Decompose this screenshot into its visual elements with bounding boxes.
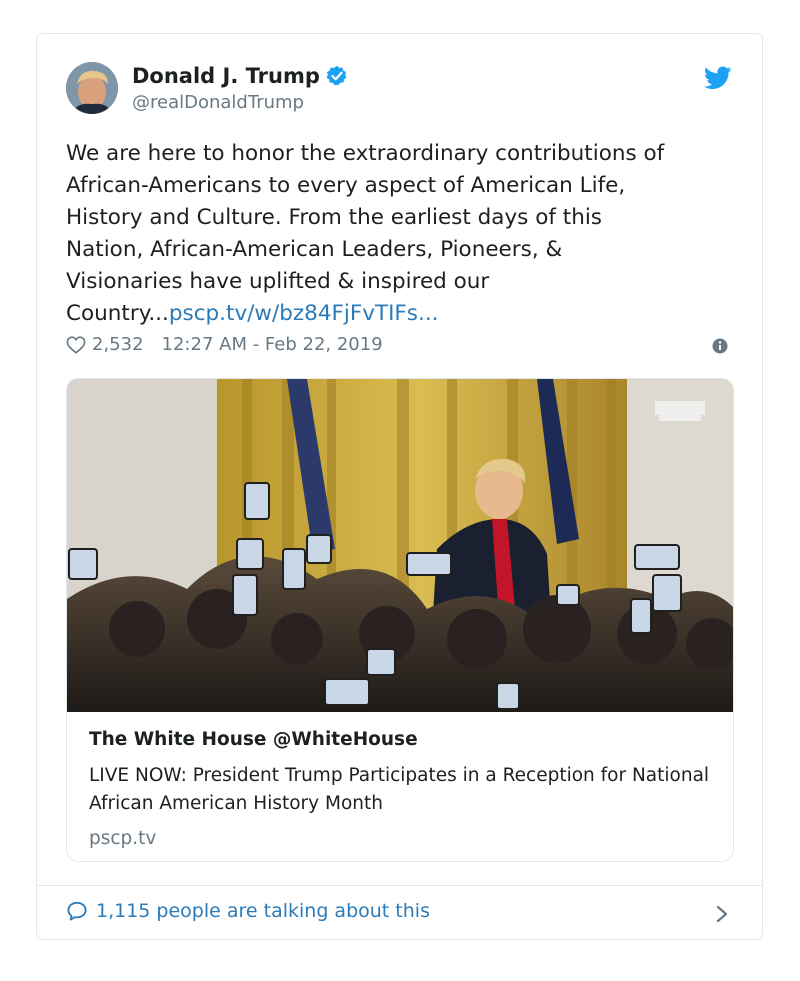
media-card-title[interactable]: The White House @WhiteHouse (89, 729, 713, 750)
info-icon[interactable] (712, 338, 728, 354)
embedded-tweet-card[interactable]: Donald J. Trump @realDonaldTrump We are … (36, 33, 763, 940)
avatar[interactable] (66, 62, 118, 114)
media-thumbnail-image[interactable] (67, 379, 734, 712)
media-card-domain[interactable]: pscp.tv (89, 828, 713, 849)
media-card-description[interactable]: LIVE NOW: President Trump Participates i… (89, 762, 713, 818)
media-card[interactable]: The White House @WhiteHouse LIVE NOW: Pr… (66, 378, 734, 862)
talking-count[interactable]: 1,115 people are talking about this (96, 900, 430, 922)
like-count[interactable]: 2,532 (92, 334, 144, 355)
tweet-body: We are here to honor the extraordinary c… (66, 141, 665, 326)
conversation-link[interactable]: 1,115 people are talking about this (66, 900, 430, 922)
author-name-row[interactable]: Donald J. Trump (132, 64, 348, 88)
verified-badge-icon (326, 65, 347, 86)
tweet-timestamp[interactable]: 12:27 AM - Feb 22, 2019 (162, 334, 383, 355)
twitter-bird-icon[interactable] (704, 66, 732, 90)
tweet-text: We are here to honor the extraordinary c… (66, 138, 738, 330)
author-handle[interactable]: @realDonaldTrump (132, 92, 304, 113)
media-card-text: The White House @WhiteHouse LIVE NOW: Pr… (89, 729, 713, 849)
author-name[interactable]: Donald J. Trump (132, 64, 320, 88)
speech-bubble-icon (67, 901, 87, 921)
card-divider (37, 885, 762, 886)
tweet-link[interactable]: pscp.tv/w/bz84FjFvTIFs... (169, 301, 439, 326)
tweet-meta: 2,532 12:27 AM - Feb 22, 2019 (66, 334, 383, 355)
heart-icon[interactable] (66, 335, 86, 354)
chevron-right-icon[interactable] (716, 905, 728, 923)
